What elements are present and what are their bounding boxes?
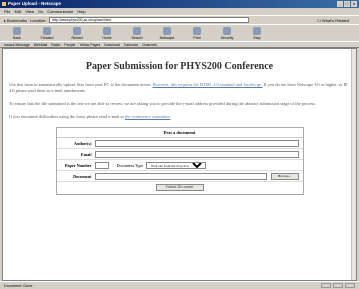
document-label: Document (73, 173, 92, 179)
paper-number-input[interactable] (94, 161, 109, 169)
browse-button[interactable]: Browse... (270, 172, 299, 180)
link-instant-message[interactable]: Instant Message (4, 43, 30, 47)
bookmark-icon: ▸ (4, 17, 7, 23)
email-field[interactable] (94, 150, 299, 158)
document-type-select[interactable]: Pick one from the drop down list (146, 161, 207, 169)
menu-go[interactable]: Go (38, 9, 43, 14)
paper-info-row: Paper Number Document Type Pick one from… (56, 160, 303, 171)
whats-related-label: What's Related (322, 17, 349, 23)
security-button[interactable]: Security (216, 27, 238, 40)
link-radio[interactable]: Radio (51, 43, 60, 47)
submit-button[interactable]: Submit Document (155, 184, 204, 191)
link-calendar[interactable]: Calendar (124, 43, 138, 47)
reload-label: Reload (71, 36, 83, 40)
email-row: Email (56, 149, 303, 160)
document-file-input[interactable] (94, 172, 267, 180)
email-label: Email (80, 151, 92, 157)
stop-button[interactable]: Stop (246, 27, 268, 40)
personal-toolbar: Instant Message WebMail Radio People Yel… (0, 41, 359, 48)
link-yellow-pages[interactable]: Yellow Pages (79, 43, 100, 47)
netscape-icon (163, 27, 171, 35)
status-bar: Document: Done (0, 281, 359, 289)
stop-icon (253, 27, 261, 35)
home-label: Home (102, 36, 112, 40)
window-title-bar: Paper Upload - Netscape _ □ × (0, 0, 359, 8)
intro-text: Use this form to automatically upload fi… (9, 82, 153, 87)
page-content: Paper Submission for PHYS200 Conference … (2, 48, 357, 281)
print-icon (193, 27, 201, 35)
upload-form: Post a document Author(s) Email Paper Nu… (55, 127, 304, 195)
location-label: Location: (30, 17, 47, 23)
stop-label: Stop (253, 36, 261, 40)
print-button[interactable]: Print (186, 27, 208, 40)
email-paragraph: To ensure that the file submitted is the… (9, 101, 317, 106)
close-button[interactable]: × (351, 1, 357, 7)
search-icon (133, 27, 141, 35)
window-title: Paper Upload - Netscape (8, 1, 62, 6)
security-indicator-icon (321, 283, 331, 288)
forward-label: Forward (40, 36, 54, 40)
page-title: Paper Submission for PHYS200 Conference (85, 61, 274, 72)
component-bar-icon (345, 283, 355, 288)
link-webmail[interactable]: WebMail (34, 43, 48, 47)
menu-view[interactable]: View (25, 9, 34, 14)
menu-file[interactable]: File (4, 9, 10, 14)
related-icon: ☐ (317, 17, 321, 23)
maximize-button[interactable]: □ (344, 1, 350, 7)
security-label: Security (220, 36, 234, 40)
document-row: Document Browse... (56, 171, 303, 182)
reload-icon (73, 27, 81, 35)
search-button[interactable]: Search (126, 27, 148, 40)
authors-label: Author(s) (74, 140, 92, 146)
offline-indicator-icon (333, 283, 343, 288)
netscape-label: Netscape (159, 36, 175, 40)
status-indicators (321, 283, 355, 288)
bookmarks-button[interactable]: ▸ Bookmarks (4, 18, 27, 23)
intro-paragraph: Use this form to automatically upload fi… (9, 82, 350, 94)
home-icon (103, 27, 111, 35)
document-type-label: Document Type (116, 162, 144, 168)
bookmarks-label: Bookmarks (7, 17, 28, 23)
status-text: Document: Done (4, 283, 33, 288)
vertical-scrollbar[interactable] (351, 49, 356, 280)
netscape-app-icon (2, 2, 6, 6)
menu-edit[interactable]: Edit (14, 9, 21, 14)
whats-related-button[interactable]: ☐ What's Related (317, 18, 349, 23)
authors-input[interactable] (94, 139, 299, 147)
minimize-button[interactable]: _ (337, 1, 343, 7)
navigation-toolbar: Back Forward Reload Home Search Netscape… (0, 24, 359, 41)
url-input[interactable]: http://www.phys200.ac.uk/upload.html (49, 17, 250, 23)
search-label: Search (131, 36, 143, 40)
paper-number-label: Paper Number (64, 162, 92, 168)
link-download[interactable]: Download (104, 43, 120, 47)
back-label: Back (13, 36, 21, 40)
link-channels[interactable]: Channels (142, 43, 157, 47)
location-bar: ▸ Bookmarks Location: http://www.phys200… (0, 15, 359, 24)
help-paragraph: If you encounter difficulties using the … (9, 114, 350, 120)
menu-bar: File Edit View Go Communicator Help (0, 8, 359, 15)
reload-button[interactable]: Reload (66, 27, 88, 40)
link-people[interactable]: People (64, 43, 75, 47)
authors-row: Author(s) (56, 138, 303, 149)
menu-help[interactable]: Help (77, 9, 85, 14)
requirements-link[interactable]: However, this requires the HTML 3.0 stan… (153, 82, 263, 87)
home-button[interactable]: Home (96, 27, 118, 40)
forward-button[interactable]: Forward (36, 27, 58, 40)
help-text: If you encounter difficulties using the … (9, 114, 125, 119)
print-label: Print (193, 36, 201, 40)
back-button[interactable]: Back (6, 27, 28, 40)
forward-icon (43, 27, 51, 35)
menu-communicator[interactable]: Communicator (47, 9, 73, 14)
form-title: Post a document (56, 128, 303, 138)
back-icon (13, 27, 21, 35)
netscape-button[interactable]: Netscape (156, 27, 178, 40)
window-controls: _ □ × (337, 1, 357, 7)
submit-row: Submit Document (57, 182, 303, 194)
lock-icon (223, 27, 231, 35)
committee-link[interactable]: the conference committee (125, 114, 170, 119)
